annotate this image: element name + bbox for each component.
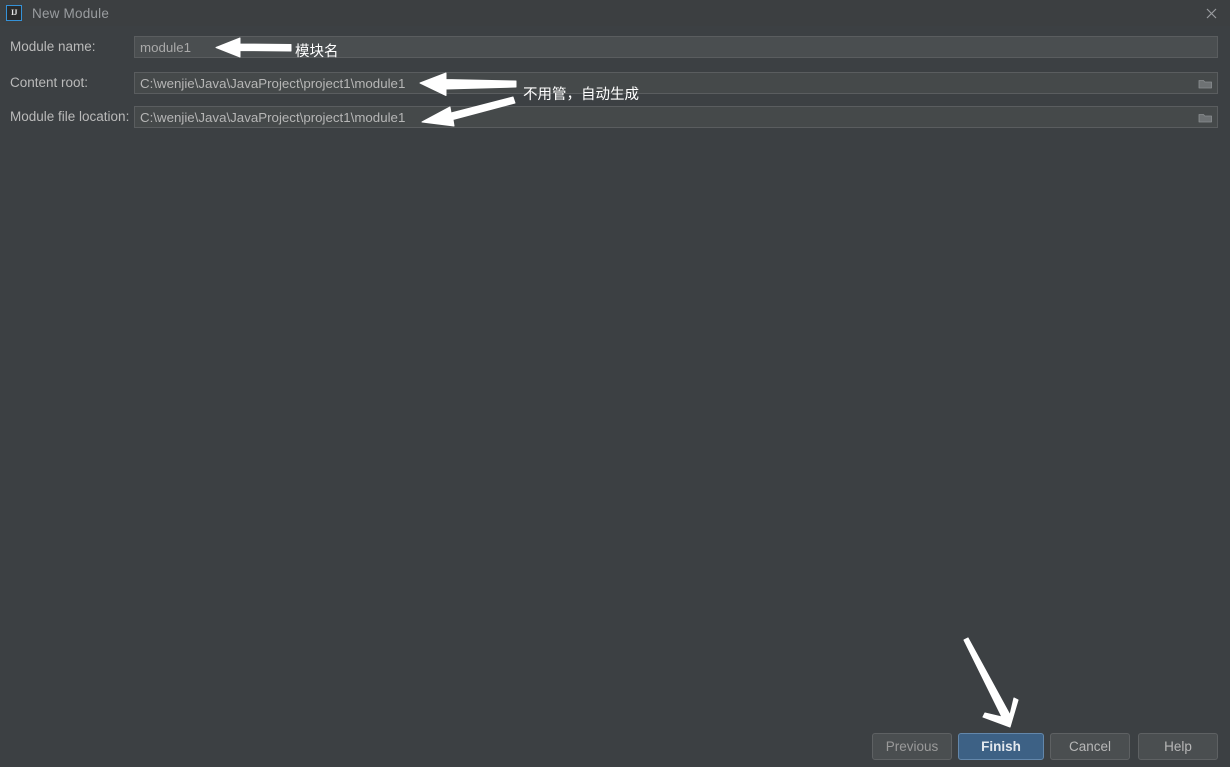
window-title: New Module [32, 5, 110, 21]
intellij-idea-icon: IJ [6, 5, 22, 21]
content-root-label: Content root: [10, 75, 89, 90]
folder-icon[interactable] [1195, 109, 1215, 126]
module-file-location-input[interactable]: C:\wenjie\Java\JavaProject\project1\modu… [134, 106, 1218, 128]
content-root-input[interactable]: C:\wenjie\Java\JavaProject\project1\modu… [134, 72, 1218, 94]
annotation-module-name-note: 模块名 [295, 44, 339, 60]
form-row-module-file-location: Module file location: C:\wenjie\Java\Jav… [0, 106, 1230, 128]
dialog-button-bar: Previous Finish Cancel Help [0, 733, 1230, 761]
module-file-location-label: Module file location: [10, 109, 130, 124]
content-root-value: C:\wenjie\Java\JavaProject\project1\modu… [140, 75, 406, 91]
module-file-location-value: C:\wenjie\Java\JavaProject\project1\modu… [140, 109, 406, 125]
cancel-button[interactable]: Cancel [1050, 733, 1130, 760]
previous-button[interactable]: Previous [872, 733, 952, 760]
module-name-value: module1 [140, 39, 192, 55]
app-icon-label: IJ [10, 8, 18, 17]
finish-button[interactable]: Finish [958, 733, 1044, 760]
arrow-to-finish-button [963, 637, 1019, 728]
help-button[interactable]: Help [1138, 733, 1218, 760]
close-icon[interactable] [1200, 3, 1222, 23]
annotation-paths-note: 不用管，自动生成 [523, 87, 639, 103]
module-name-label: Module name: [10, 39, 96, 54]
folder-icon[interactable] [1195, 75, 1215, 92]
form-row-module-name: Module name: module1 [0, 36, 1230, 58]
window-titlebar: IJ New Module [0, 0, 1230, 26]
